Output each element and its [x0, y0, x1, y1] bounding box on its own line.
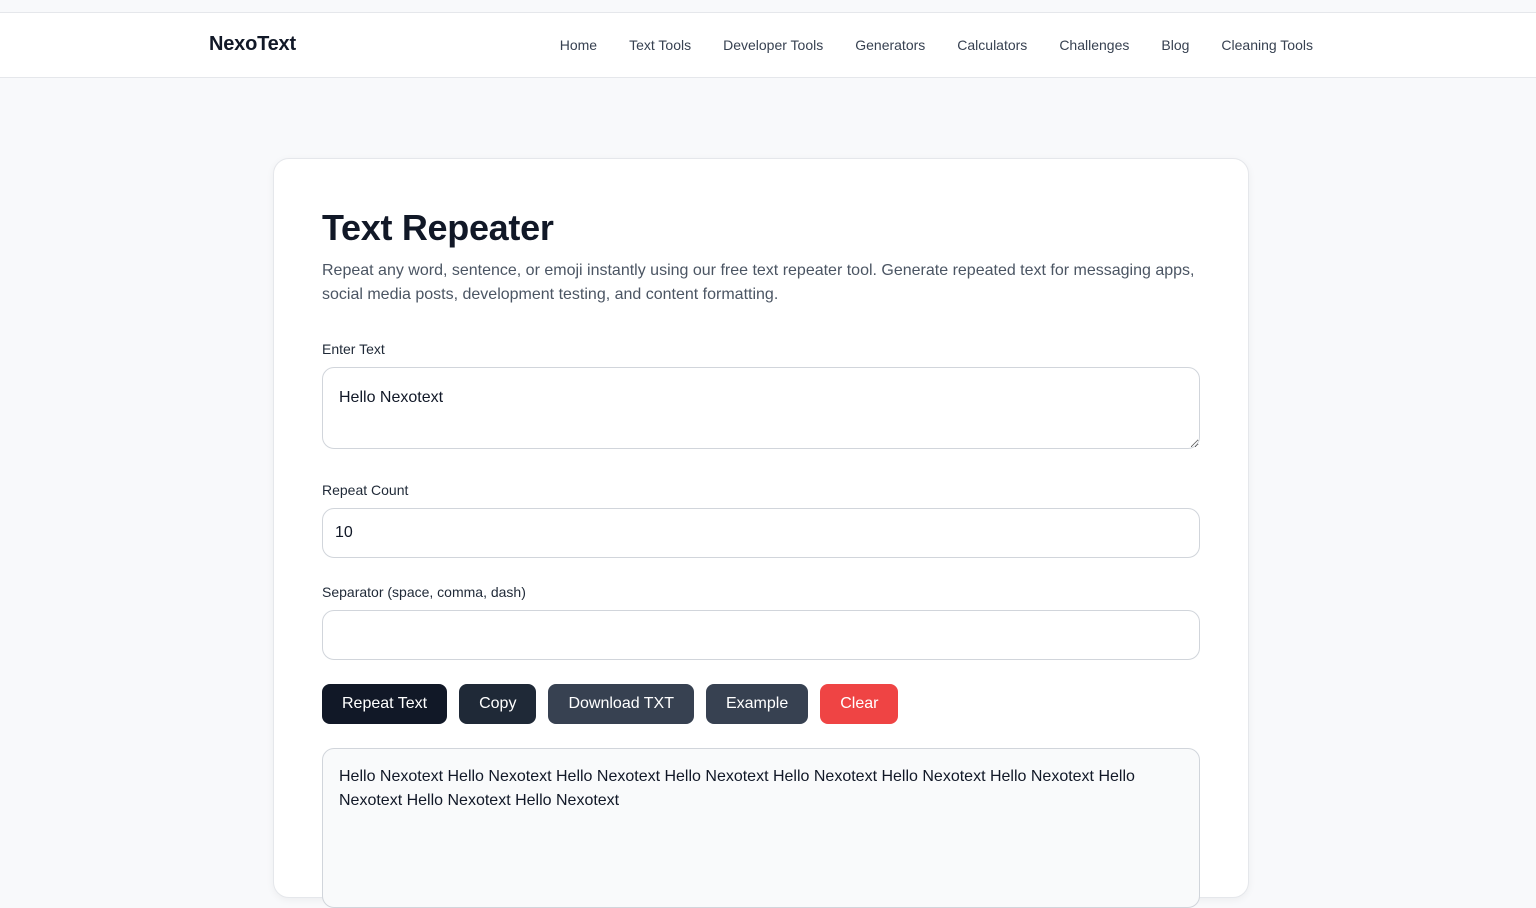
nav-item-calculators[interactable]: Calculators — [957, 37, 1027, 53]
copy-button[interactable]: Copy — [459, 684, 537, 724]
separator-label: Separator (space, comma, dash) — [322, 584, 526, 600]
nav-item-challenges[interactable]: Challenges — [1059, 37, 1129, 53]
clear-button[interactable]: Clear — [820, 684, 899, 724]
nav-item-text-tools[interactable]: Text Tools — [629, 37, 691, 53]
repeat-count-input[interactable] — [322, 508, 1200, 558]
nav-item-blog[interactable]: Blog — [1161, 37, 1189, 53]
action-buttons: Repeat Text Copy Download TXT Example Cl… — [322, 684, 899, 724]
brand-logo[interactable]: NexoText — [209, 33, 296, 56]
output-textarea[interactable]: Hello Nexotext Hello Nexotext Hello Nexo… — [322, 748, 1200, 908]
page-title: Text Repeater — [322, 207, 554, 248]
download-txt-button[interactable]: Download TXT — [548, 684, 694, 724]
nav-item-home[interactable]: Home — [560, 37, 597, 53]
repeat-text-button[interactable]: Repeat Text — [322, 684, 448, 724]
nav-item-generators[interactable]: Generators — [855, 37, 925, 53]
tool-card: Text Repeater Repeat any word, sentence,… — [273, 158, 1249, 908]
example-button[interactable]: Example — [705, 684, 809, 724]
repeat-count-label: Repeat Count — [322, 482, 409, 498]
navbar: NexoText Home Text Tools Developer Tools… — [0, 13, 1536, 78]
page-description: Repeat any word, sentence, or emoji inst… — [322, 262, 1195, 303]
nav-item-cleaning-tools[interactable]: Cleaning Tools — [1221, 37, 1313, 53]
enter-text-input[interactable]: Hello Nexotext — [322, 367, 1200, 449]
separator-input[interactable] — [322, 610, 1200, 660]
enter-text-label: Enter Text — [322, 341, 385, 357]
nav-links: Home Text Tools Developer Tools Generato… — [560, 37, 1313, 53]
nav-item-developer-tools[interactable]: Developer Tools — [723, 37, 823, 53]
